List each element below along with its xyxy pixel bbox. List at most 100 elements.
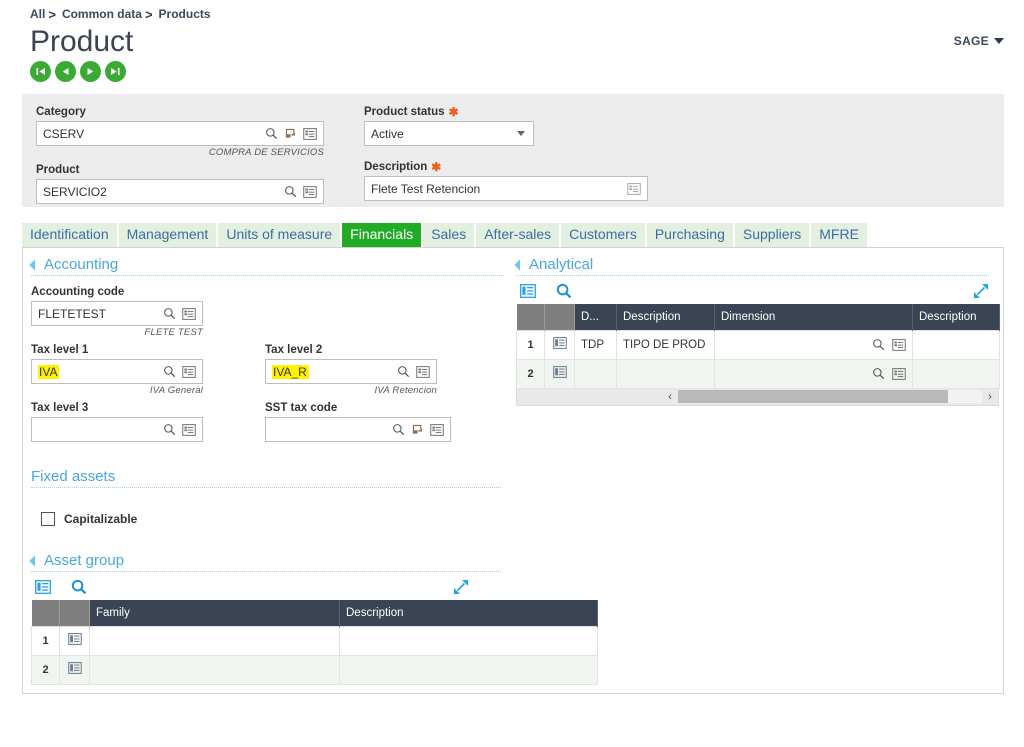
table-row[interactable]: 2 [517,359,1000,388]
tab-purchasing[interactable]: Purchasing [647,223,733,247]
column-header-description[interactable]: Description [617,304,715,330]
tab-units-of-measure[interactable]: Units of measure [218,223,340,247]
accounting-section-title: Accounting [44,256,118,273]
row-actions-icon[interactable] [68,633,82,645]
analytical-horizontal-scrollbar[interactable]: ‹ › [516,389,999,406]
collapse-triangle-icon[interactable] [29,555,40,566]
collapse-triangle-icon[interactable] [514,259,525,270]
tax-level-row-2: Tax level 3 SST tax code [31,402,504,442]
selection-list-icon[interactable] [416,366,430,378]
tax-level-2-field-icons [397,365,432,378]
selection-list-icon[interactable] [303,186,317,198]
capitalizable-checkbox[interactable] [41,512,55,526]
cell-description[interactable] [617,359,715,388]
search-icon[interactable] [163,307,176,320]
product-field[interactable]: SERVICIO2 [36,179,324,204]
sst-tax-code-label: SST tax code [265,402,499,414]
page-header-left: Product [30,22,133,82]
row-actions-icon[interactable] [68,662,82,674]
tab-identification[interactable]: Identification [22,223,117,247]
accounting-section-header[interactable]: Accounting [31,256,504,275]
grid-view-icon[interactable] [520,284,536,298]
next-record-button[interactable] [80,61,101,82]
tab-customers[interactable]: Customers [561,223,645,247]
category-field[interactable]: CSERV [36,121,324,146]
jump-to-icon[interactable] [411,423,424,436]
tax-level-3-field[interactable] [31,417,203,442]
analytical-section-title: Analytical [529,256,593,273]
expand-icon[interactable] [973,283,989,299]
tab-suppliers[interactable]: Suppliers [735,223,809,247]
capitalizable-row[interactable]: Capitalizable [41,512,504,526]
expand-icon[interactable] [453,579,469,595]
jump-to-icon[interactable] [284,127,297,140]
search-icon[interactable] [392,423,405,436]
search-icon[interactable] [284,185,297,198]
product-status-select[interactable]: Active [364,121,534,146]
tab-sales[interactable]: Sales [423,223,474,247]
analytical-section-header[interactable]: Analytical [516,256,989,275]
column-header-dimension-description[interactable]: Description [913,304,1000,330]
cell-dimension[interactable] [715,359,913,388]
description-field[interactable]: Flete Test Retencion [364,176,648,201]
collapse-triangle-icon[interactable] [29,259,40,270]
search-icon[interactable] [71,579,87,595]
selection-list-icon[interactable] [892,339,906,351]
record-header-panel: Category CSERV COMPRA DE SERVICIOS Produ… [22,94,1004,207]
cell-description[interactable]: TIPO DE PROD [617,330,715,359]
tab-after-sales[interactable]: After-sales [476,223,559,247]
selection-list-icon[interactable] [303,128,317,140]
search-icon[interactable] [872,338,885,351]
tax-level-1-field[interactable]: IVA [31,359,203,384]
cell-dimension-type[interactable]: TDP [575,330,617,359]
cell-family[interactable] [90,655,340,684]
scroll-right-button[interactable]: › [982,391,998,403]
row-actions-icon[interactable] [553,366,567,378]
scroll-left-button[interactable]: ‹ [662,391,678,403]
tab-mfre[interactable]: MFRE [811,223,867,247]
search-icon[interactable] [163,423,176,436]
selection-list-icon[interactable] [430,424,444,436]
search-icon[interactable] [265,127,278,140]
grid-view-icon[interactable] [35,580,51,594]
accounting-code-field[interactable]: FLETETEST [31,301,203,326]
fixed-assets-section-header[interactable]: Fixed assets [31,468,504,487]
tab-financials[interactable]: Financials [342,223,421,247]
table-row[interactable]: 1 TDP TIPO DE PROD [517,330,1000,359]
column-header-family[interactable]: Family [90,600,340,626]
first-record-button[interactable] [30,61,51,82]
cell-dimension-type[interactable] [575,359,617,388]
tab-management[interactable]: Management [119,223,217,247]
asset-group-section-header[interactable]: Asset group [31,552,504,571]
column-header-dimension[interactable]: Dimension [715,304,913,330]
search-icon[interactable] [872,367,885,380]
cell-dimension-description[interactable] [913,359,1000,388]
breadcrumb-item-common-data[interactable]: Common data [62,7,142,21]
row-menu-cell[interactable] [60,626,90,655]
row-menu-cell[interactable] [545,330,575,359]
selection-list-icon[interactable] [182,366,196,378]
breadcrumb-item-all[interactable]: All [30,7,45,21]
row-actions-icon[interactable] [553,337,567,349]
scrollbar-track[interactable] [678,390,982,403]
scrollbar-thumb[interactable] [678,390,948,403]
row-menu-cell[interactable] [60,655,90,684]
tax-level-2-field[interactable]: IVA_R [265,359,437,384]
selection-list-icon[interactable] [182,424,196,436]
search-icon[interactable] [163,365,176,378]
search-icon[interactable] [397,365,410,378]
cell-dimension-description[interactable] [913,330,1000,359]
selection-list-icon[interactable] [892,368,906,380]
last-record-button[interactable] [105,61,126,82]
selection-list-icon[interactable] [182,308,196,320]
selection-list-icon[interactable] [627,183,641,195]
column-header-dimension-type[interactable]: D... [575,304,617,330]
cell-family[interactable] [90,626,340,655]
sst-tax-code-field[interactable] [265,417,451,442]
previous-record-button[interactable] [55,61,76,82]
breadcrumb-item-products[interactable]: Products [159,7,211,21]
user-menu[interactable]: SAGE [954,34,1004,48]
row-menu-cell[interactable] [545,359,575,388]
search-icon[interactable] [556,283,572,299]
cell-dimension[interactable] [715,330,913,359]
